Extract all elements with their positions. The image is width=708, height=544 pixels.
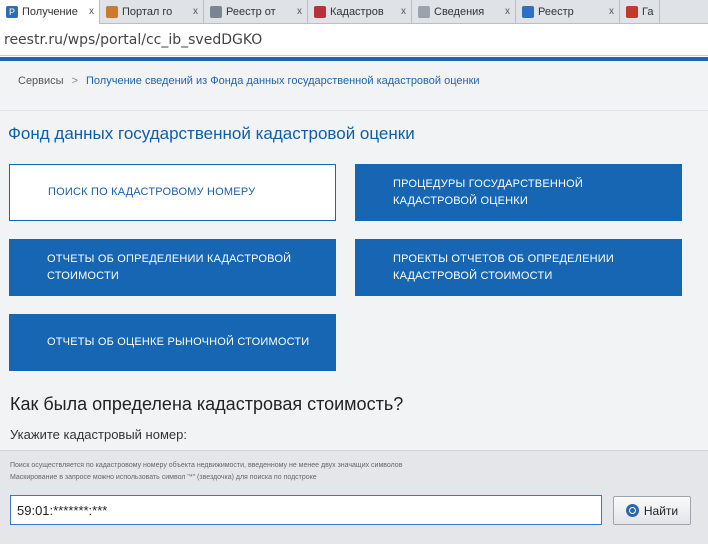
browser-tab-3[interactable]: Кадастров x bbox=[308, 0, 412, 24]
tile-draft-valuation-reports[interactable]: Проекты отчетов об определении кадастров… bbox=[355, 239, 682, 296]
url-text[interactable]: reestr.ru/wps/portal/cc_ib_svedDGKO bbox=[4, 32, 262, 48]
close-icon[interactable]: x bbox=[401, 0, 406, 24]
tile-label: Отчеты об оценке рыночной стоимости bbox=[47, 336, 310, 348]
tab-label: Реестр от bbox=[226, 6, 276, 18]
browser-tab-bar: P Получение x Портал го x Реестр от x Ка… bbox=[0, 0, 708, 24]
tab-label: Реестр bbox=[538, 6, 574, 18]
breadcrumb-current[interactable]: Получение сведений из Фонда данных госуд… bbox=[86, 75, 480, 87]
gov-icon bbox=[626, 6, 638, 18]
tile-search-by-cadastral-number[interactable]: Поиск по кадастровому номеру bbox=[9, 164, 336, 221]
map-icon bbox=[314, 6, 326, 18]
browser-tab-5[interactable]: Реестр x bbox=[516, 0, 620, 24]
section-heading: Как была определена кадастровая стоимост… bbox=[10, 394, 404, 414]
tile-valuation-procedures[interactable]: Процедуры государственной кадастровой оц… bbox=[355, 164, 682, 221]
close-icon[interactable]: x bbox=[89, 0, 94, 24]
document-icon bbox=[418, 6, 430, 18]
header-accent-line bbox=[0, 57, 708, 61]
breadcrumb: Сервисы > Получение сведений из Фонда данн… bbox=[18, 75, 480, 87]
registry-icon bbox=[210, 6, 222, 18]
tile-label: Отчеты об определении кадастровой стоимо… bbox=[47, 252, 292, 282]
close-icon[interactable]: x bbox=[193, 0, 198, 24]
tile-label: Проекты отчетов об определении кадастров… bbox=[393, 252, 614, 282]
page-title: Фонд данных государственной кадастровой … bbox=[8, 124, 415, 143]
refresh-icon bbox=[522, 6, 534, 18]
tab-label: Кадастров bbox=[330, 6, 384, 18]
tab-label: Сведения bbox=[434, 6, 485, 18]
browser-tab-6[interactable]: Га bbox=[620, 0, 660, 24]
browser-tab-0[interactable]: P Получение x bbox=[0, 0, 100, 24]
tile-market-value-reports[interactable]: Отчеты об оценке рыночной стоимости bbox=[9, 314, 336, 371]
cadastral-number-label: Укажите кадастровый номер: bbox=[10, 427, 187, 442]
portal-icon bbox=[106, 6, 118, 18]
browser-tab-1[interactable]: Портал го x bbox=[100, 0, 204, 24]
breadcrumb-separator: > bbox=[71, 75, 79, 87]
tile-label: Поиск по кадастровому номеру bbox=[48, 186, 256, 198]
breadcrumb-root[interactable]: Сервисы bbox=[18, 75, 64, 87]
search-button[interactable]: Найти bbox=[613, 496, 691, 525]
close-icon[interactable]: x bbox=[297, 0, 302, 24]
browser-tab-2[interactable]: Реестр от x bbox=[204, 0, 308, 24]
search-button-label: Найти bbox=[643, 503, 679, 518]
search-hint-line-1: Поиск осуществляется по кадастровому ном… bbox=[10, 462, 403, 469]
tab-label: Получение bbox=[22, 6, 78, 18]
close-icon[interactable]: x bbox=[505, 0, 510, 24]
tile-label: Процедуры государственной кадастровой оц… bbox=[393, 177, 584, 207]
search-icon bbox=[625, 504, 639, 517]
browser-tab-4[interactable]: Сведения x bbox=[412, 0, 516, 24]
search-hint-line-2: Маскирование в запросе можно использоват… bbox=[10, 474, 317, 481]
tab-label: Портал го bbox=[122, 6, 173, 18]
page-icon: P bbox=[6, 6, 18, 18]
cadastral-number-input[interactable] bbox=[10, 495, 602, 525]
tile-valuation-reports[interactable]: Отчеты об определении кадастровой стоимо… bbox=[9, 239, 336, 296]
address-bar[interactable]: reestr.ru/wps/portal/cc_ib_svedDGKO bbox=[0, 24, 708, 56]
tab-label: Га bbox=[642, 6, 654, 18]
close-icon[interactable]: x bbox=[609, 0, 614, 24]
divider bbox=[0, 110, 708, 111]
